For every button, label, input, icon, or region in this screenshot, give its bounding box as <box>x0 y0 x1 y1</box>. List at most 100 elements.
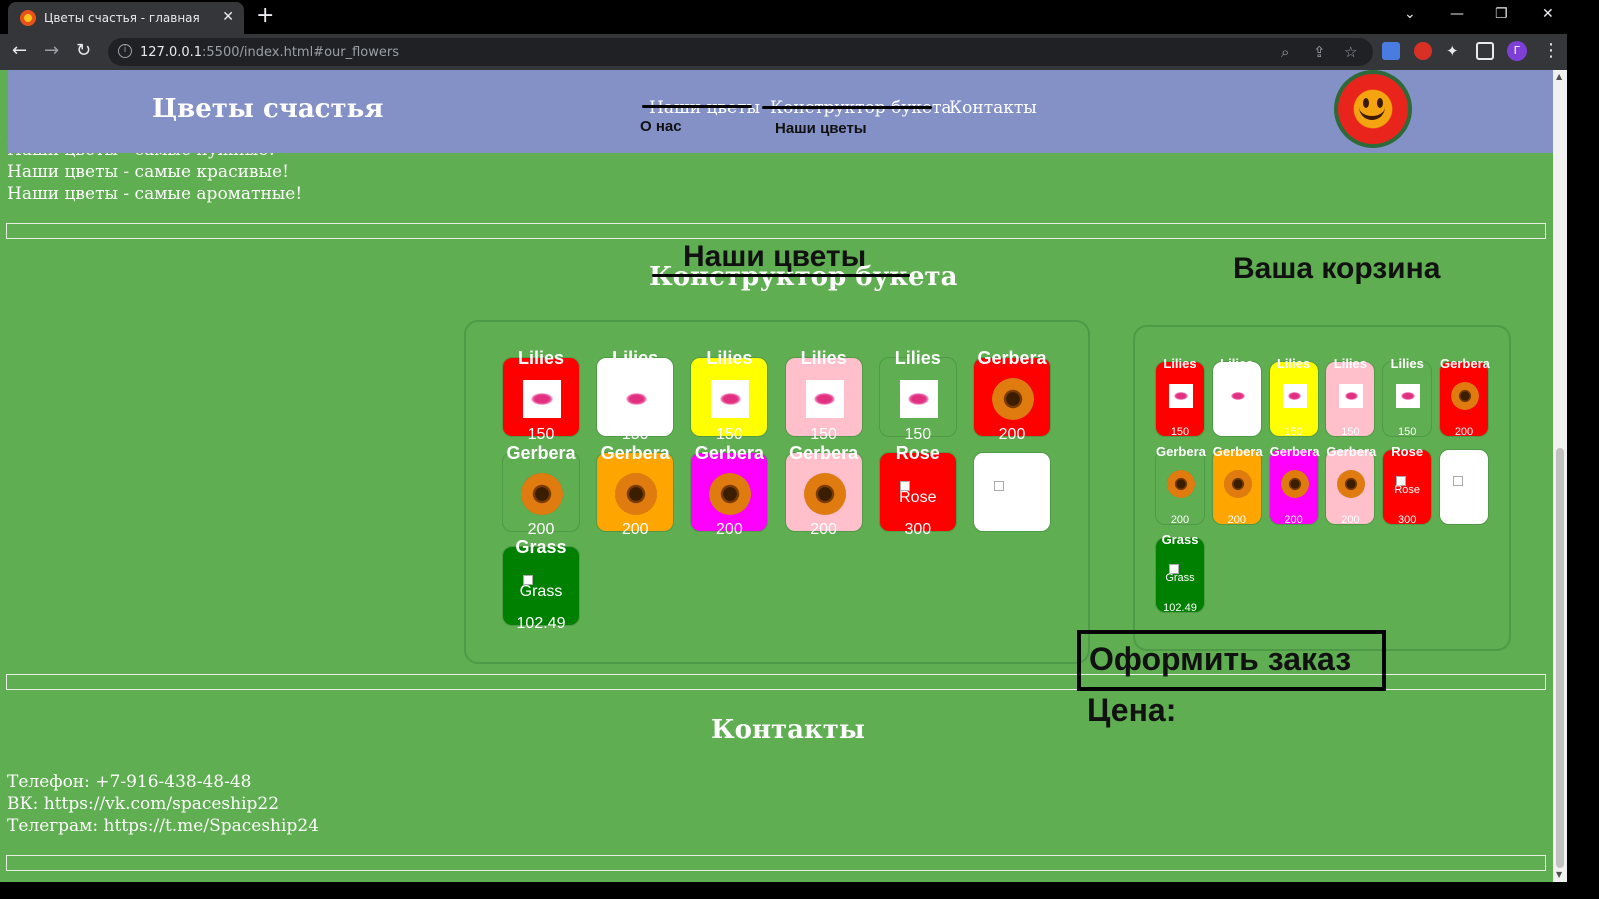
extension-icon[interactable] <box>1414 42 1432 60</box>
product-card-price: 200 <box>527 520 555 538</box>
browser-tab[interactable]: Цветы счастья - главная ✕ <box>8 2 244 34</box>
contacts-title: Контакты <box>711 715 865 745</box>
tab-search-icon[interactable]: ⌄ <box>1404 6 1416 22</box>
cart-card[interactable]: Lilies 150 <box>1211 356 1262 438</box>
product-card[interactable]: Gerbera 200 <box>973 348 1051 443</box>
product-card[interactable]: Lilies 150 <box>690 348 769 443</box>
nav-link-our-flowers-2[interactable]: Наши цветы <box>775 120 867 137</box>
product-card-price: 102.49 <box>516 615 566 632</box>
zoom-icon[interactable]: ⌕ <box>1281 43 1289 61</box>
gerbera-picture <box>521 472 563 515</box>
our-flowers-title: Наши цветы <box>683 240 867 273</box>
cart-card[interactable]: Gerbera 200 <box>1439 356 1490 438</box>
product-card-name: Gerbera <box>506 442 576 463</box>
slogan-3: Наши цветы - самые ароматные! <box>7 184 303 204</box>
product-card-name: Lilies <box>894 348 941 368</box>
profile-avatar[interactable]: Г <box>1507 41 1527 61</box>
product-card[interactable]: Lilies 150 <box>502 348 580 443</box>
product-card[interactable]: Lilies 150 <box>596 348 675 443</box>
product-card[interactable]: Gerbera 200 <box>502 443 580 538</box>
nav-link-contacts[interactable]: Контакты <box>949 98 1037 118</box>
cart-card-price: 200 <box>1284 514 1303 526</box>
lily-picture <box>1169 384 1193 408</box>
reload-icon[interactable]: ↻ <box>76 40 91 62</box>
address-bar[interactable]: i 127.0.0.1:5500/index.html#our_flowers … <box>108 38 1373 66</box>
cart-card[interactable]: Lilies 150 <box>1268 356 1319 438</box>
contact-phone: Телефон: +7-916-438-48-48 <box>7 772 252 792</box>
cart-card[interactable]: Gerbera 200 <box>1268 444 1319 526</box>
cart-card[interactable]: Lilies 150 <box>1382 356 1433 438</box>
broken-image-icon <box>994 480 1004 491</box>
url-text[interactable]: 127.0.0.1:5500/index.html#our_flowers <box>140 45 399 60</box>
cart-card[interactable]: Gerbera 200 <box>1211 444 1263 526</box>
gerbera-picture <box>1451 382 1479 410</box>
product-card-price: 200 <box>716 520 743 538</box>
minimize-icon[interactable]: — <box>1450 6 1464 22</box>
restore-icon[interactable]: ❐ <box>1495 6 1508 22</box>
order-button[interactable]: Оформить заказ <box>1077 630 1386 691</box>
lily-picture <box>805 380 844 418</box>
cart-card-name: Gerbera <box>1440 356 1490 371</box>
cart-card-name: Lilies <box>1276 356 1311 371</box>
product-card[interactable]: Lilies 150 <box>878 348 957 443</box>
product-card-price: 200 <box>810 520 837 538</box>
title-strike-line <box>652 274 910 277</box>
nav-strike-line <box>642 105 752 108</box>
scroll-up-icon[interactable]: ▲ <box>1556 72 1562 81</box>
product-card[interactable]: Rose Rose 300 <box>878 443 957 538</box>
contact-telegram[interactable]: Телеграм: https://t.me/Spaceship24 <box>7 816 319 836</box>
cart-card[interactable]: Grass Grass 102.49 <box>1155 532 1205 614</box>
product-card-price: 150 <box>904 426 932 443</box>
tab-title: Цветы счастья - главная <box>44 11 200 25</box>
cart-card[interactable]: Lilies 150 <box>1325 356 1376 438</box>
cart-card-price: 200 <box>1454 426 1474 438</box>
gerbera-picture <box>1280 470 1309 498</box>
cart-card[interactable]: Rose Rose 300 <box>1382 444 1433 526</box>
cart-card[interactable]: Gerbera 200 <box>1155 444 1206 526</box>
product-card[interactable]: Gerbera 200 <box>690 443 769 538</box>
product-card-name: Lilies <box>706 348 753 368</box>
cart-card-price: 300 <box>1398 514 1417 526</box>
cart-card-name: Lilies <box>1390 356 1424 371</box>
product-card-name: Gerbera <box>600 442 670 463</box>
tab-close-icon[interactable]: ✕ <box>222 9 234 25</box>
lily-picture <box>1225 384 1250 408</box>
window-edge <box>1567 0 1599 899</box>
product-card-name: Grass <box>515 537 567 557</box>
side-panel-icon[interactable] <box>1476 42 1494 60</box>
product-card[interactable]: Gerbera 200 <box>596 443 675 538</box>
forward-icon[interactable]: → <box>44 40 59 62</box>
product-card[interactable]: Grass Grass 102.49 <box>502 537 580 632</box>
bookmark-star-icon[interactable]: ☆ <box>1344 43 1357 61</box>
nav-link-about[interactable]: О нас <box>640 118 682 135</box>
product-card[interactable]: Gerbera 200 <box>784 443 863 538</box>
product-card-name: Lilies <box>800 348 847 368</box>
share-icon[interactable]: ⇪ <box>1313 43 1326 61</box>
product-card[interactable]: Lilies 150 <box>784 348 863 443</box>
new-tab-icon[interactable]: + <box>256 4 274 28</box>
product-card-price: 200 <box>621 520 649 538</box>
product-card-name: Gerbera <box>694 442 764 463</box>
cart-card-price: 150 <box>1284 426 1303 438</box>
page-scrollbar[interactable]: ▲ ▼ <box>1553 70 1567 882</box>
nav-link-our-flowers[interactable]: Наши цветы <box>649 98 760 118</box>
puzzle-extensions-icon[interactable]: ✦ <box>1446 42 1464 60</box>
cart-card-name: Rose <box>1391 444 1424 459</box>
gerbera-picture <box>803 472 846 515</box>
window-close-icon[interactable]: ✕ <box>1542 6 1554 22</box>
gerbera-picture <box>1337 470 1366 498</box>
back-icon[interactable]: ← <box>12 40 27 62</box>
product-card[interactable] <box>973 451 1051 532</box>
page-viewport: Наши цветы - самые нужные! Наши цветы - … <box>0 70 1553 882</box>
cart-card[interactable] <box>1439 449 1489 525</box>
gerbera-picture <box>1223 470 1252 498</box>
browser-menu-icon[interactable]: ⋮ <box>1542 40 1560 62</box>
scroll-down-icon[interactable]: ▼ <box>1556 870 1562 879</box>
translate-extension-icon[interactable] <box>1382 42 1400 60</box>
smiling-flower-logo <box>1334 70 1412 148</box>
scrollbar-thumb[interactable] <box>1556 448 1564 868</box>
site-info-icon[interactable]: i <box>118 44 132 58</box>
cart-card[interactable]: Gerbera 200 <box>1325 444 1376 526</box>
cart-card[interactable]: Lilies 150 <box>1155 356 1205 438</box>
contact-vk[interactable]: ВК: https://vk.com/spaceship22 <box>7 794 279 814</box>
